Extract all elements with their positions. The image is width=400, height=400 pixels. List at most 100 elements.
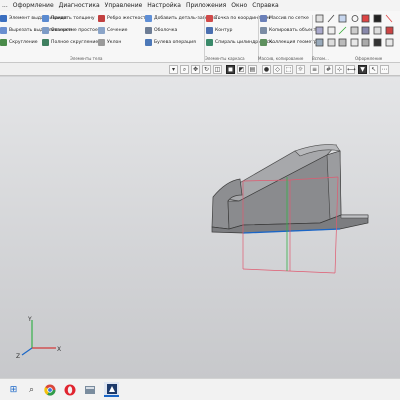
thicken-label: Придать толщину <box>51 15 95 21</box>
shell-icon <box>145 26 152 34</box>
menu-item-applications[interactable]: Приложения <box>186 2 226 9</box>
ribbon-column-5: Точка по координатам Контур Спираль цили… <box>206 13 276 49</box>
contour-icon <box>206 26 213 34</box>
section-icon <box>98 26 105 34</box>
group-title-styles: Оформление <box>355 56 383 61</box>
menu-item-window[interactable]: Окно <box>231 2 247 9</box>
shell-button[interactable]: Оболочка <box>145 25 203 35</box>
thicken-icon <box>42 14 49 22</box>
fit-icon[interactable]: ◫ <box>213 65 222 74</box>
model-canvas[interactable]: Y X Z <box>0 77 400 378</box>
selection-filter-icon[interactable]: ▼ <box>358 65 367 74</box>
cut-extrude-button[interactable]: Вырезать выдавливанием <box>0 25 72 35</box>
menu-item-settings[interactable]: Настройка <box>147 2 181 9</box>
fillet-button[interactable]: Скругление <box>0 37 40 47</box>
section-button[interactable]: Сечение <box>98 25 142 35</box>
grid-array-button[interactable]: Массив по сетке <box>260 13 312 23</box>
helix-button[interactable]: Спираль цилиндрическ... <box>206 37 276 47</box>
display-mode-icon[interactable]: ◼ <box>226 65 235 74</box>
group-title-solid: Элементы тела <box>70 56 103 61</box>
menu-item-edit[interactable]: ... <box>2 2 8 9</box>
point-icon <box>206 14 213 22</box>
ribbon-column-3: Ребро жесткости Сечение Уклон <box>98 13 149 49</box>
contour-button[interactable]: Контур <box>206 25 258 35</box>
menu-item-control[interactable]: Управление <box>105 2 143 9</box>
boolean-label: Булева операция <box>154 39 196 45</box>
light-icon[interactable]: ☼ <box>296 65 305 74</box>
axis-label-y: Y <box>27 316 32 323</box>
taskbar: ⊞ ⌕ <box>0 378 400 400</box>
section-view-icon[interactable]: ▤ <box>248 65 257 74</box>
menu-item-diagnostics[interactable]: Диагностика <box>59 2 100 9</box>
helix-icon <box>206 38 213 46</box>
ribbon-column-2: Придать толщину Отверстие простое Полное… <box>42 13 98 49</box>
ribbon-column-1: Элемент выдавливания Вырезать выдавливан… <box>0 13 72 49</box>
coordinate-triad: Y X Z <box>16 316 61 360</box>
hole-button[interactable]: Отверстие простое <box>42 25 98 35</box>
ribbon-column-4: Добавить деталь-заготов... Оболочка Буле… <box>145 13 220 49</box>
file-manager-icon[interactable] <box>82 382 97 397</box>
cursor-icon[interactable]: ↖ <box>369 65 378 74</box>
windows-icon[interactable]: ⊞ <box>6 382 21 397</box>
kompas-icon[interactable] <box>104 382 119 397</box>
draft-label: Уклон <box>107 39 122 45</box>
rib-icon <box>98 14 105 22</box>
3d-viewport[interactable]: Y X Z <box>0 77 400 378</box>
chrome-icon[interactable] <box>42 382 57 397</box>
point-by-coords-button[interactable]: Точка по координатам <box>206 13 270 23</box>
grid-array-icon <box>260 14 267 22</box>
grid-icon[interactable]: # <box>324 65 333 74</box>
draft-button[interactable]: Уклон <box>98 37 142 47</box>
copy-objects-button[interactable]: Копировать объекты <box>260 25 320 35</box>
axis-label-z: Z <box>16 353 20 360</box>
ribbon-column-6: Массив по сетке Копировать объекты Колле… <box>260 13 323 49</box>
zoom-icon[interactable]: ⌕ <box>180 65 189 74</box>
layers-icon[interactable]: ≡ <box>310 65 319 74</box>
rib-button[interactable]: Ребро жесткости <box>98 13 149 23</box>
filter-icon[interactable]: ▾ <box>169 65 178 74</box>
measure-icon[interactable]: ⟷ <box>346 65 356 74</box>
ribbon-icon-grid-svg <box>315 14 394 47</box>
full-round-label: Полное скругление <box>51 39 99 45</box>
contour-label: Контур <box>215 27 233 33</box>
add-blank-icon <box>145 14 152 22</box>
ribbon-toolbar: Элемент выдавливания Вырезать выдавливан… <box>0 11 400 63</box>
opera-icon[interactable] <box>62 382 77 397</box>
ribbon-icon-grid <box>314 13 400 53</box>
group-title-aux: Вспом... <box>312 56 329 61</box>
menu-item-help[interactable]: Справка <box>252 2 278 9</box>
section-label: Сечение <box>107 27 128 33</box>
full-round-button[interactable]: Полное скругление <box>42 37 98 47</box>
perspective-icon[interactable]: ⬚ <box>284 65 293 74</box>
boolean-button[interactable]: Булева операция <box>145 37 203 47</box>
menu-item-design[interactable]: Оформление <box>13 2 54 9</box>
boolean-icon <box>145 38 152 46</box>
grid-array-label: Массив по сетке <box>269 15 309 21</box>
full-round-icon <box>42 38 49 46</box>
draft-icon <box>98 38 105 46</box>
snap-icon[interactable]: ⊹ <box>335 65 344 74</box>
hole-label: Отверстие простое <box>51 27 98 33</box>
search-icon[interactable]: ⌕ <box>24 382 39 397</box>
options-icon[interactable]: ⋯ <box>380 65 389 74</box>
add-blank-button[interactable]: Добавить деталь-заготов... <box>145 13 220 23</box>
axis-label-x: X <box>57 346 61 353</box>
menu-bar: ... Оформление Диагностика Управление На… <box>0 0 400 11</box>
orientation-icon[interactable]: ◩ <box>237 65 246 74</box>
rib-label: Ребро жесткости <box>107 15 149 21</box>
pan-icon[interactable]: ✥ <box>191 65 200 74</box>
fillet-label: Скругление <box>9 39 38 45</box>
view-toolbar: ▾ ⌕ ✥ ↻ ◫ ◼ ◩ ▤ ● ◇ ⬚ ☼ ≡ # ⊹ ⟷ ▼ ↖ ⋯ <box>0 63 400 76</box>
rotate-icon[interactable]: ↻ <box>202 65 211 74</box>
hole-icon <box>42 26 49 34</box>
wireframe-icon[interactable]: ◇ <box>273 65 282 74</box>
shading-icon[interactable]: ● <box>262 65 271 74</box>
extrude-icon <box>0 14 7 22</box>
cut-extrude-icon <box>0 26 7 34</box>
fillet-icon <box>0 38 7 46</box>
copy-icon <box>260 26 267 34</box>
geometry-collection-button[interactable]: Коллекция геометрии <box>260 37 323 47</box>
extrude-button[interactable]: Элемент выдавливания <box>0 13 67 23</box>
shell-label: Оболочка <box>154 27 178 33</box>
thicken-button[interactable]: Придать толщину <box>42 13 98 23</box>
